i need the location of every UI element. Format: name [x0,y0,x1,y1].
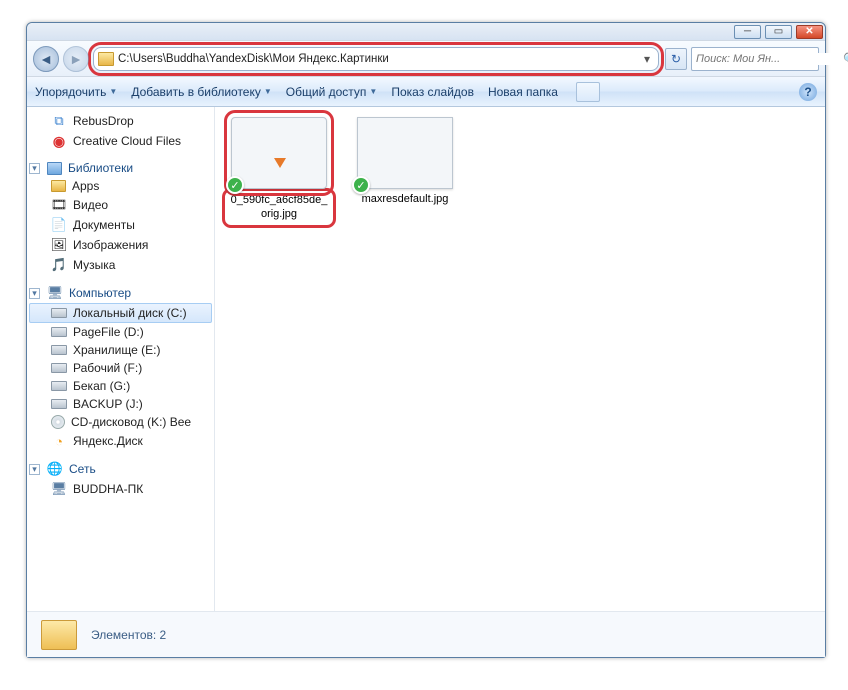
documents-icon: 📄 [51,217,67,233]
new-folder-button[interactable]: Новая папка [488,85,558,99]
maximize-button[interactable]: ▭ [765,25,792,39]
minimize-button[interactable]: ─ [734,25,761,39]
thumbnail-icon: ✓ [357,117,453,189]
tree-item-documents[interactable]: 📄Документы [29,215,212,235]
folder-icon [41,620,77,650]
help-button[interactable]: ? [799,83,817,101]
library-icon [47,162,62,175]
tree-item-video[interactable]: 🎞Видео [29,195,212,215]
include-library-menu[interactable]: Добавить в библиотеку▼ [131,85,271,99]
drive-icon [51,399,67,409]
tree-section-network[interactable]: ▾🌐Сеть [29,459,212,479]
view-options-button[interactable] [576,82,600,102]
back-button[interactable]: ◄ [33,46,59,72]
tree-item-drive-j[interactable]: BACKUP (J:) [29,395,212,413]
tree-item-drive-g[interactable]: Бекап (G:) [29,377,212,395]
status-bar: Элементов: 2 [27,611,825,657]
navigation-bar: ◄ ► ▾ ↻ 🔍 [27,41,825,77]
drive-icon [51,381,67,391]
file-name-label: 0_590fc_a6cf85de_orig.jpg [227,193,331,223]
item-count-label: Элементов: 2 [91,628,166,642]
slideshow-button[interactable]: Показ слайдов [391,85,474,99]
command-toolbar: Упорядочить▼ Добавить в библиотеку▼ Общи… [27,77,825,107]
search-input[interactable] [696,53,839,65]
file-item[interactable]: ✓ maxresdefault.jpg [351,117,459,223]
file-name-label: maxresdefault.jpg [362,193,449,207]
sync-ok-icon: ✓ [352,176,370,194]
tree-section-computer[interactable]: ▾🖥Компьютер [29,283,212,303]
images-icon: 🖼 [51,237,67,253]
search-box[interactable]: 🔍 [691,47,819,71]
address-input[interactable] [118,53,636,65]
computer-icon: 🖥 [51,481,67,497]
adobe-icon: ◉ [51,133,67,149]
tree-item-drive-d[interactable]: PageFile (D:) [29,323,212,341]
tree-item-network-pc[interactable]: 🖥BUDDHA-ПК [29,479,212,499]
sync-ok-icon: ✓ [226,176,244,194]
refresh-button[interactable]: ↻ [665,48,687,70]
dropbox-icon: ⧉ [51,113,67,129]
collapse-icon[interactable]: ▾ [29,464,40,475]
address-bar[interactable]: ▾ [93,47,659,71]
drive-icon [51,308,67,318]
network-icon: 🌐 [47,461,63,477]
thumbnail-icon: ✓ [231,117,327,189]
tree-item-drive-e[interactable]: Хранилище (E:) [29,341,212,359]
disc-icon [51,415,65,429]
forward-button[interactable]: ► [63,46,89,72]
computer-icon: 🖥 [47,285,63,301]
tree-item-yandex-disk[interactable]: ◔Яндекс.Диск [29,431,212,451]
tree-item-music[interactable]: 🎵Музыка [29,255,212,275]
tree-item-drive-k[interactable]: CD-дисковод (K:) Bee [29,413,212,431]
drive-icon [51,345,67,355]
collapse-icon[interactable]: ▾ [29,163,40,174]
drive-icon [51,363,67,373]
tree-item-ccf[interactable]: ◉Creative Cloud Files [29,131,212,151]
folder-icon [98,52,114,66]
share-menu[interactable]: Общий доступ▼ [286,85,378,99]
drive-icon [51,327,67,337]
video-icon: 🎞 [51,197,67,213]
close-button[interactable]: ✕ [796,25,823,39]
tree-item-rebusdrop[interactable]: ⧉RebusDrop [29,111,212,131]
yandex-disk-icon: ◔ [51,433,67,449]
folder-icon [51,180,66,192]
titlebar[interactable]: ─ ▭ ✕ [27,23,825,41]
address-dropdown[interactable]: ▾ [640,52,654,66]
tree-item-drive-c[interactable]: Локальный диск (C:) [29,303,212,323]
collapse-icon[interactable]: ▾ [29,288,40,299]
navigation-tree[interactable]: ⧉RebusDrop ◉Creative Cloud Files ▾Библио… [27,107,215,611]
tree-item-apps[interactable]: Apps [29,177,212,195]
tree-item-drive-f[interactable]: Рабочий (F:) [29,359,212,377]
file-item[interactable]: ✓ 0_590fc_a6cf85de_orig.jpg [225,117,333,223]
music-icon: 🎵 [51,257,67,273]
tree-section-libraries[interactable]: ▾Библиотеки [29,159,212,177]
tree-item-images[interactable]: 🖼Изображения [29,235,212,255]
explorer-window: ─ ▭ ✕ ◄ ► ▾ ↻ 🔍 Упорядочить▼ Добавить в … [26,22,826,658]
file-pane[interactable]: ✓ 0_590fc_a6cf85de_orig.jpg ✓ maxresdefa… [215,107,825,611]
organize-menu[interactable]: Упорядочить▼ [35,85,117,99]
search-icon: 🔍 [843,52,848,66]
